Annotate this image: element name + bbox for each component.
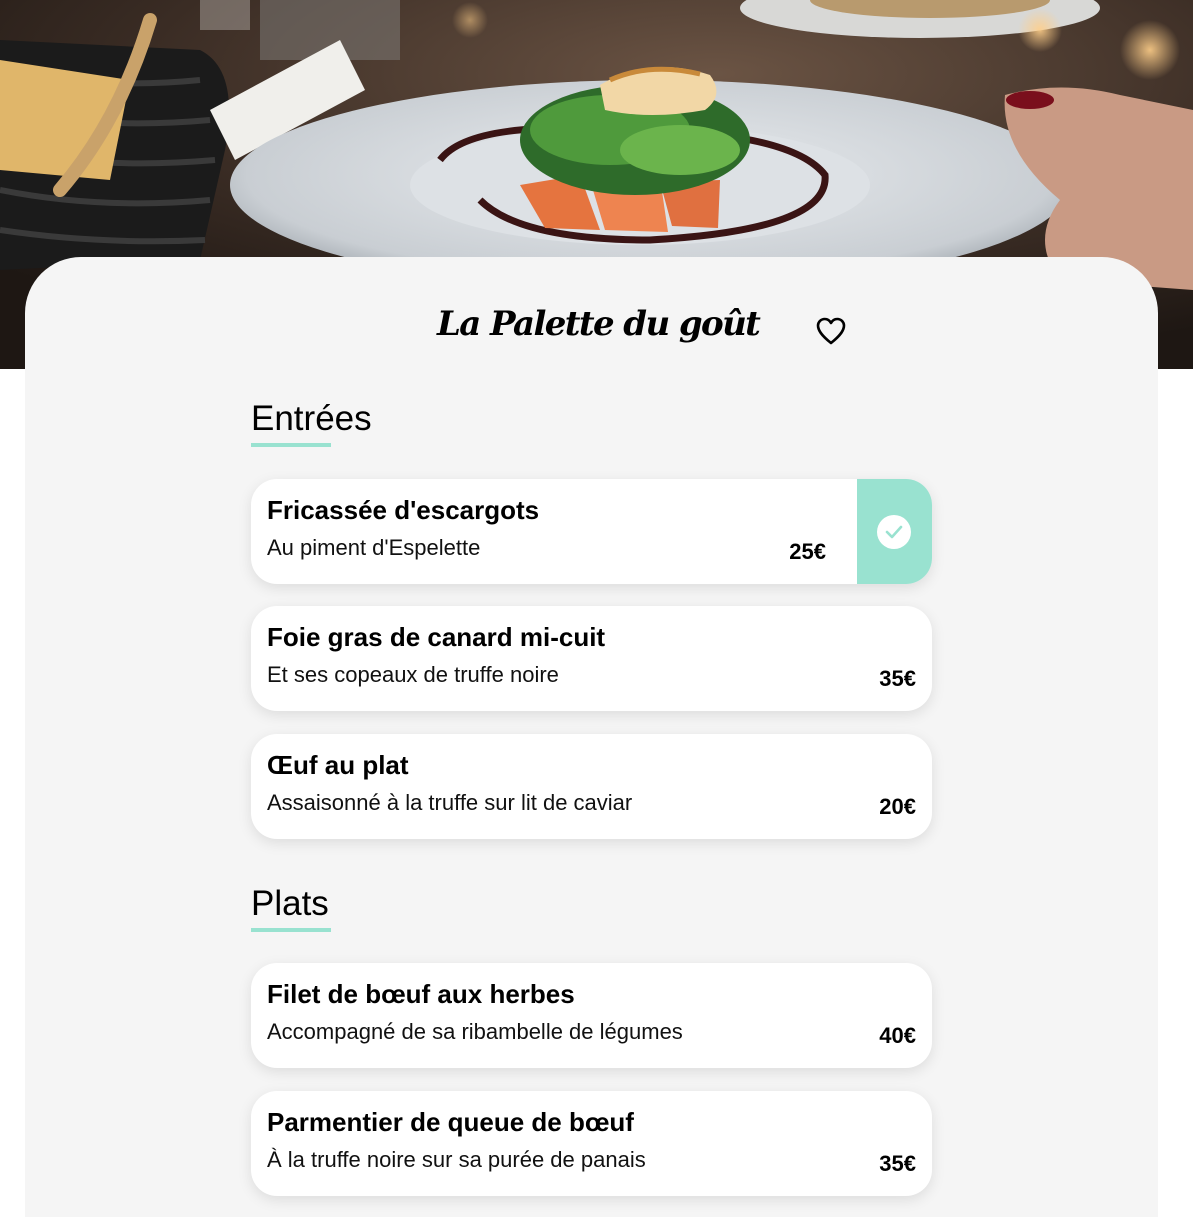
menu-item-name: Fricassée d'escargots xyxy=(267,495,540,525)
section-underline xyxy=(251,928,331,932)
header: La Palette du goût xyxy=(0,300,1193,356)
menu-item-name: Filet de bœuf aux herbes xyxy=(267,979,575,1009)
menu-item-card[interactable]: Œuf au plat Assaisonné à la truffe sur l… xyxy=(251,734,932,839)
menu-item-description: Assaisonné à la truffe sur lit de caviar xyxy=(267,790,633,815)
restaurant-name: La Palette du goût xyxy=(437,304,761,344)
section-title-entrees: Entrées xyxy=(251,399,372,438)
section-title-plats: Plats xyxy=(251,884,329,923)
menu-item-price: 20€ xyxy=(879,794,916,819)
menu-item-price: 35€ xyxy=(879,666,916,691)
menu-item-name: Foie gras de canard mi-cuit xyxy=(267,622,606,652)
menu-item-card[interactable]: Fricassée d'escargots Au piment d'Espele… xyxy=(251,479,932,584)
menu-item-name: Parmentier de queue de bœuf xyxy=(267,1107,634,1137)
menu-item-description: Accompagné de sa ribambelle de légumes xyxy=(267,1019,683,1044)
menu-item-price: 35€ xyxy=(879,1151,916,1176)
menu-item-card[interactable]: Filet de bœuf aux herbes Accompagné de s… xyxy=(251,963,932,1068)
check-circle-icon xyxy=(877,515,911,549)
menu-item-description: À la truffe noire sur sa purée de panais xyxy=(267,1147,646,1172)
menu-item-name: Œuf au plat xyxy=(267,750,409,780)
heart-icon[interactable] xyxy=(815,316,847,346)
selected-indicator[interactable] xyxy=(857,479,932,584)
section-underline xyxy=(251,443,331,447)
menu-item-price: 40€ xyxy=(879,1023,916,1048)
menu-item-price: 25€ xyxy=(789,539,826,564)
menu-item-description: Au piment d'Espelette xyxy=(267,535,481,560)
menu-item-card[interactable]: Foie gras de canard mi-cuit Et ses copea… xyxy=(251,606,932,711)
menu-item-card[interactable]: Parmentier de queue de bœuf À la truffe … xyxy=(251,1091,932,1196)
menu-item-description: Et ses copeaux de truffe noire xyxy=(267,662,559,687)
